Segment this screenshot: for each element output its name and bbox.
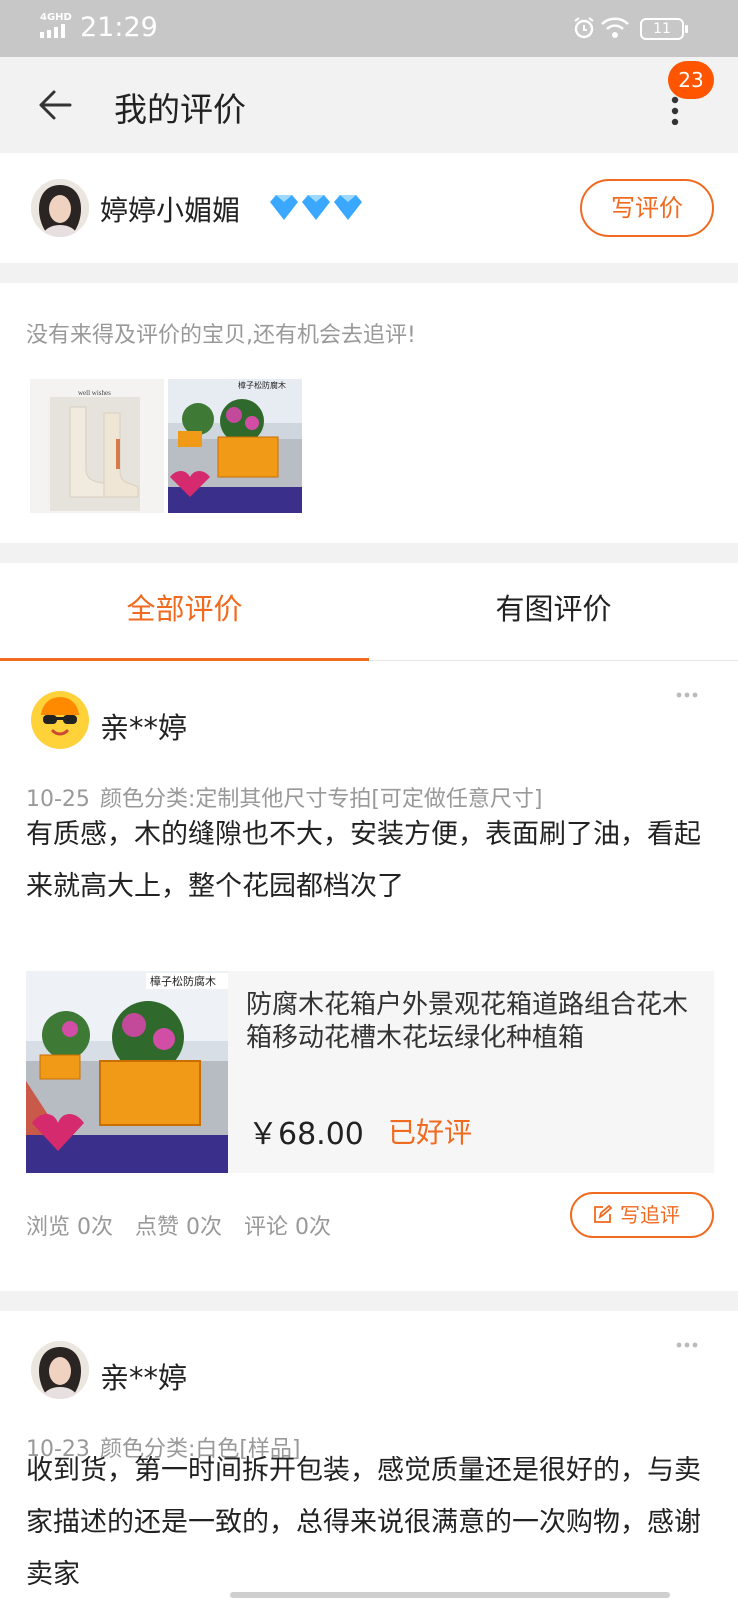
tab-label: 全部评价 <box>126 592 243 626</box>
tab-all-reviews[interactable]: 全部评价 <box>0 563 369 662</box>
product-title: 防腐木花箱户外景观花箱道路组合花木箱移动花槽木花坛绿化种植箱 <box>246 990 689 1053</box>
thumb-caption: 樟子松防腐木 <box>238 380 286 390</box>
signal-icon <box>40 24 65 38</box>
tab-label: 有图评价 <box>495 592 612 626</box>
review-stats: 浏览 0次 点赞 0次 评论 0次 <box>26 1209 353 1241</box>
product-price: ￥68.00 <box>248 1117 364 1152</box>
reviewer-name: 亲**婷 <box>100 711 188 745</box>
wifi-icon <box>601 17 629 38</box>
battery-icon: 11 <box>640 18 688 40</box>
boots-image: well wishes <box>30 379 164 513</box>
reviewer-name: 亲**婷 <box>100 1361 188 1395</box>
avatar[interactable] <box>31 691 89 749</box>
product-card[interactable]: 樟子松防腐木 防腐木花箱户外景观花箱道路组合花木箱移动花槽木花坛绿化种植箱 ￥6… <box>26 971 714 1173</box>
avatar[interactable] <box>31 179 89 237</box>
mascot-avatar <box>31 691 89 749</box>
edit-icon <box>594 1205 612 1223</box>
write-review-button[interactable]: 写评价 <box>580 179 714 237</box>
diamond-icon <box>270 195 362 220</box>
back-arrow-icon[interactable] <box>36 87 76 123</box>
pending-product-thumb[interactable]: 樟子松防腐木 <box>168 379 302 513</box>
home-indicator <box>230 1592 670 1598</box>
page-title: 我的评价 <box>114 90 246 129</box>
notification-badge: 23 <box>668 61 714 99</box>
nav-bar: 我的评价 23 <box>0 57 738 153</box>
thumb-caption: well wishes <box>78 389 111 397</box>
product-image: 樟子松防腐木 <box>26 971 228 1173</box>
avatar[interactable] <box>31 1341 89 1399</box>
user-name: 婷婷小媚媚 <box>100 194 241 227</box>
more-horizontal-icon[interactable] <box>676 1341 698 1349</box>
review-card: 亲**婷 10-25 颜色分类:定制其他尺寸专拍[可定做任意尺寸] 有质感，木的缝… <box>0 661 738 1291</box>
write-followup-button[interactable]: 写追评 <box>570 1192 714 1238</box>
review-text: 有质感，木的缝隙也不大，安装方便，表面刷了油，看起来就高大上，整个花园都档次了 <box>26 819 701 902</box>
product-image-caption: 樟子松防腐木 <box>150 974 216 988</box>
write-followup-label: 写追评 <box>620 1203 680 1227</box>
followup-section: 没有来得及评价的宝贝,还有机会去追评! well wishes 樟子松防腐木 <box>0 283 738 543</box>
avatar-photo <box>31 1341 89 1399</box>
views-count: 浏览 0次 <box>26 1215 113 1240</box>
likes-count: 点赞 0次 <box>135 1215 222 1240</box>
tab-image-reviews[interactable]: 有图评价 <box>369 563 738 661</box>
clock: 21:29 <box>80 12 158 43</box>
more-horizontal-icon[interactable] <box>676 691 698 699</box>
avatar-photo <box>31 179 89 237</box>
alarm-icon <box>574 17 594 39</box>
followup-tip: 没有来得及评价的宝贝,还有机会去追评! <box>26 323 416 348</box>
comments-count: 评论 0次 <box>244 1215 331 1240</box>
user-card: 婷婷小媚媚 写评价 <box>0 153 738 263</box>
review-status: 已好评 <box>388 1116 473 1149</box>
review-card: 亲**婷 10-23 颜色分类:白色[样品] 收到货，第一时间拆开包装，感觉质量还… <box>0 1311 738 1600</box>
review-tabs: 全部评价 有图评价 <box>0 563 738 662</box>
network-type: 4GHD <box>40 12 72 23</box>
pending-product-thumb[interactable]: well wishes <box>30 379 164 513</box>
planter-image: 樟子松防腐木 <box>168 379 302 513</box>
status-bar: 4GHD 21:29 11 <box>0 0 738 57</box>
review-text: 收到货，第一时间拆开包装，感觉质量还是很好的，与卖家描述的还是一致的，总得来说很… <box>26 1455 701 1590</box>
